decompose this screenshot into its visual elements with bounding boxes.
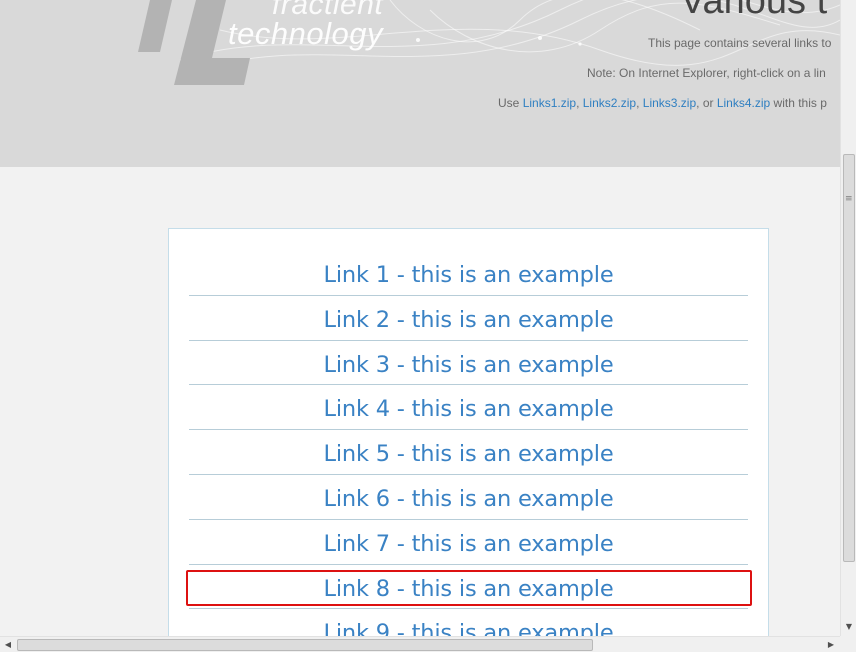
separator: , bbox=[636, 96, 643, 110]
scrollbar-corner bbox=[840, 636, 856, 652]
scroll-right-arrow-icon[interactable]: ▶ bbox=[826, 640, 836, 650]
link-list: Link 1 - this is an example Link 2 - thi… bbox=[189, 251, 748, 636]
link-7[interactable]: Link 7 - this is an example bbox=[189, 520, 748, 565]
intro-text-prefix: Use bbox=[498, 96, 523, 110]
link-3[interactable]: Link 3 - this is an example bbox=[189, 341, 748, 386]
link-2[interactable]: Link 2 - this is an example bbox=[189, 296, 748, 341]
vertical-scrollbar[interactable]: ≡ ▼ bbox=[840, 0, 856, 636]
scrollbar-grip-icon: ≡ bbox=[845, 194, 853, 204]
links4-zip-link[interactable]: Links4.zip bbox=[717, 96, 770, 110]
intro-text-line-3: Use Links1.zip, Links2.zip, Links3.zip, … bbox=[498, 96, 827, 110]
intro-text-suffix: with this p bbox=[770, 96, 827, 110]
page-viewport: fractient technology Various t This page… bbox=[0, 0, 840, 636]
link-1[interactable]: Link 1 - this is an example bbox=[189, 251, 748, 296]
separator: , or bbox=[696, 96, 717, 110]
link-5[interactable]: Link 5 - this is an example bbox=[189, 430, 748, 475]
links3-zip-link[interactable]: Links3.zip bbox=[643, 96, 696, 110]
page-header: fractient technology Various t This page… bbox=[0, 0, 840, 167]
separator: , bbox=[576, 96, 583, 110]
scroll-down-arrow-icon[interactable]: ▼ bbox=[844, 622, 854, 632]
link-4[interactable]: Link 4 - this is an example bbox=[189, 385, 748, 431]
page-title: Various t bbox=[680, 0, 828, 22]
links1-zip-link[interactable]: Links1.zip bbox=[523, 96, 576, 110]
link-6[interactable]: Link 6 - this is an example bbox=[189, 475, 748, 520]
intro-text-line-2: Note: On Internet Explorer, right-click … bbox=[587, 66, 826, 80]
vertical-scrollbar-thumb[interactable] bbox=[843, 154, 855, 562]
link-9[interactable]: Link 9 - this is an example bbox=[189, 609, 748, 636]
link-panel: Link 1 - this is an example Link 2 - thi… bbox=[168, 228, 769, 636]
link-8[interactable]: Link 8 - this is an example bbox=[189, 565, 748, 610]
logo-wordmark-bottom: technology bbox=[228, 16, 383, 51]
links2-zip-link[interactable]: Links2.zip bbox=[583, 96, 636, 110]
scroll-left-arrow-icon[interactable]: ◀ bbox=[3, 640, 13, 650]
horizontal-scrollbar[interactable]: ◀ ▶ bbox=[0, 636, 840, 652]
intro-text-line-1: This page contains several links to bbox=[648, 36, 832, 50]
horizontal-scrollbar-thumb[interactable] bbox=[17, 639, 593, 651]
